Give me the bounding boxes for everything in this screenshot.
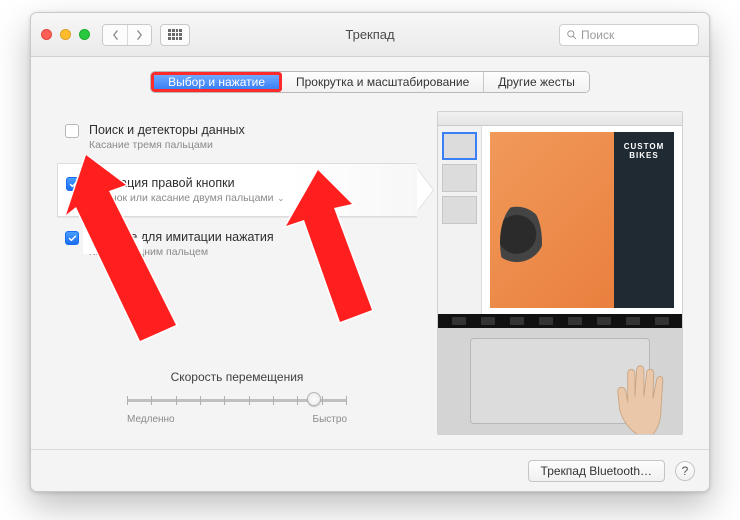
preview-screen: CUSTOM BIKES	[438, 112, 682, 314]
window-footer: Трекпад Bluetooth… ?	[31, 449, 709, 491]
checkmark-icon	[69, 180, 78, 189]
gesture-preview: CUSTOM BIKES	[437, 111, 683, 435]
preview-page: CUSTOM BIKES	[490, 132, 674, 308]
preview-touchbar	[438, 314, 682, 328]
tab-point-and-click[interactable]: Выбор и нажатие	[154, 75, 279, 89]
titlebar: Трекпад Поиск	[31, 13, 709, 57]
poster-line1: CUSTOM	[624, 142, 665, 151]
option-secondary-click[interactable]: Имитация правой кнопки Щелчок или касани…	[57, 163, 417, 217]
preview-canvas: CUSTOM BIKES	[482, 126, 682, 314]
nav-back-button[interactable]	[103, 25, 127, 45]
tab-more-gestures[interactable]: Другие жесты	[483, 72, 589, 92]
preview-trackpad	[470, 338, 650, 424]
content-area: Поиск и детекторы данных Касание тремя п…	[31, 93, 709, 449]
tab-scroll-zoom[interactable]: Прокрутка и масштабирование	[282, 72, 483, 92]
grid-icon	[168, 29, 182, 41]
preview-menubar	[438, 112, 682, 126]
preview-thumb	[442, 132, 477, 160]
preview-thumbnails	[438, 126, 482, 314]
search-placeholder: Поиск	[581, 28, 614, 42]
search-field[interactable]: Поиск	[559, 24, 699, 46]
option-secondary-click-label: Имитация правой кнопки	[90, 176, 284, 190]
window-controls	[41, 29, 90, 40]
show-all-button[interactable]	[160, 24, 190, 46]
search-icon	[566, 29, 577, 40]
slider-knob[interactable]	[307, 392, 321, 406]
preferences-window: Трекпад Поиск Выбор и нажатие Прокрутка …	[30, 12, 710, 492]
checkmark-icon	[68, 234, 77, 243]
bluetooth-trackpad-button[interactable]: Трекпад Bluetooth…	[528, 460, 665, 482]
annotation-occlusion	[83, 239, 143, 254]
option-lookup-label: Поиск и детекторы данных	[89, 123, 245, 137]
zoom-window-button[interactable]	[79, 29, 90, 40]
nav-forward-button[interactable]	[127, 25, 151, 45]
nav-buttons	[102, 24, 152, 46]
checkbox-tap-to-click[interactable]	[65, 231, 79, 245]
option-tap-to-click[interactable]: Касание для имитации нажатия Касание одн…	[57, 217, 417, 270]
minimize-window-button[interactable]	[60, 29, 71, 40]
tracking-speed-slider[interactable]	[127, 390, 347, 410]
slider-min-label: Медленно	[127, 414, 175, 425]
slider-max-label: Быстро	[313, 414, 347, 425]
chevron-right-icon	[136, 30, 143, 40]
checkbox-secondary-click[interactable]	[66, 177, 80, 191]
chevron-left-icon	[112, 30, 119, 40]
tracking-speed-label: Скорость перемещения	[57, 370, 417, 384]
preview-thumb	[442, 164, 477, 192]
help-button[interactable]: ?	[675, 461, 695, 481]
tab-segmented-control: Выбор и нажатие Прокрутка и масштабирова…	[150, 71, 590, 93]
slider-labels: Медленно Быстро	[127, 414, 347, 425]
tab-bar: Выбор и нажатие Прокрутка и масштабирова…	[31, 57, 709, 93]
preview-keyboard-area	[438, 314, 682, 434]
checkbox-lookup[interactable]	[65, 124, 79, 138]
preview-photo	[490, 132, 614, 308]
preview-poster: CUSTOM BIKES	[614, 132, 674, 308]
chevron-down-icon: ⌄	[278, 194, 285, 203]
tracking-speed-block: Скорость перемещения Медленно Быстро	[57, 370, 417, 435]
annotation-highlight-tab: Выбор и нажатие	[151, 72, 282, 92]
poster-line2: BIKES	[629, 151, 658, 160]
option-lookup[interactable]: Поиск и детекторы данных Касание тремя п…	[57, 111, 417, 163]
close-window-button[interactable]	[41, 29, 52, 40]
option-lookup-sub: Касание тремя пальцами	[89, 139, 245, 151]
preview-thumb	[442, 196, 477, 224]
option-secondary-click-sub[interactable]: Щелчок или касание двумя пальцами ⌄	[90, 192, 284, 204]
options-list: Поиск и детекторы данных Касание тремя п…	[57, 111, 417, 435]
